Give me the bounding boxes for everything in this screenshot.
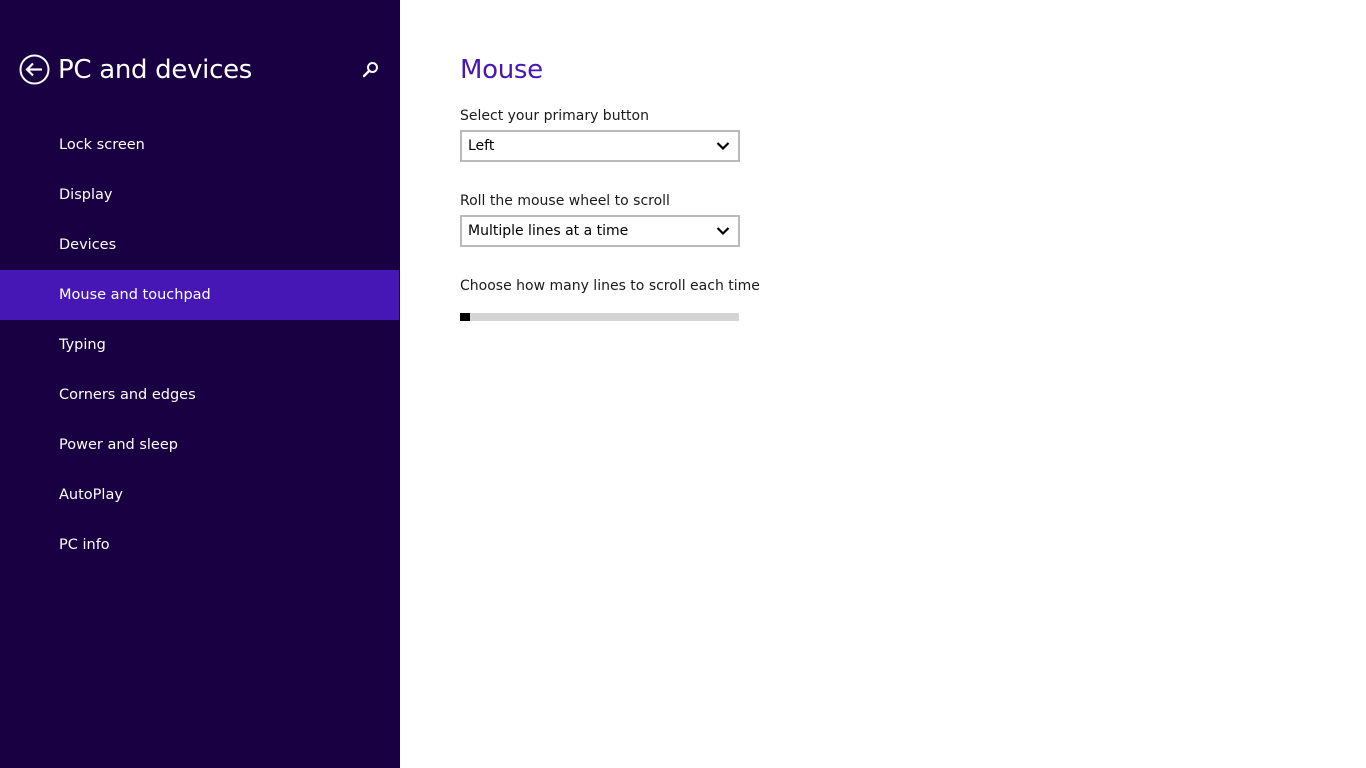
sidebar-item-devices[interactable]: Devices (0, 220, 399, 270)
sidebar-item-corners-and-edges[interactable]: Corners and edges (0, 370, 399, 420)
chevron-down-icon (716, 227, 730, 236)
main-content: Mouse Select your primary button Left Ro… (400, 0, 1366, 768)
slider-track (460, 313, 739, 321)
wheel-scroll-value: Multiple lines at a time (468, 223, 629, 239)
wheel-scroll-label: Roll the mouse wheel to scroll (460, 193, 670, 209)
sidebar-nav: Lock screen Display Devices Mouse and to… (0, 120, 399, 570)
search-icon (362, 62, 378, 78)
back-button[interactable] (19, 54, 50, 85)
sidebar-item-power-and-sleep[interactable]: Power and sleep (0, 420, 399, 470)
primary-button-value: Left (468, 138, 495, 154)
sidebar-item-lock-screen[interactable]: Lock screen (0, 120, 399, 170)
back-arrow-circle-icon (19, 54, 50, 85)
settings-app: PC and devices Lock screen Display Devic… (0, 0, 1366, 768)
sidebar-item-autoplay[interactable]: AutoPlay (0, 470, 399, 520)
lines-to-scroll-label: Choose how many lines to scroll each tim… (460, 278, 760, 294)
lines-to-scroll-slider[interactable] (460, 312, 739, 322)
wheel-scroll-select[interactable]: Multiple lines at a time (460, 215, 740, 247)
page-title: Mouse (460, 55, 543, 85)
primary-button-label: Select your primary button (460, 108, 649, 124)
search-button[interactable] (361, 60, 381, 80)
sidebar-title: PC and devices (58, 55, 253, 85)
sidebar-item-typing[interactable]: Typing (0, 320, 399, 370)
primary-button-select[interactable]: Left (460, 130, 740, 162)
sidebar-header: PC and devices (0, 0, 400, 140)
sidebar: PC and devices Lock screen Display Devic… (0, 0, 400, 768)
slider-thumb[interactable] (460, 313, 470, 321)
sidebar-item-mouse-and-touchpad[interactable]: Mouse and touchpad (0, 270, 399, 320)
sidebar-item-pc-info[interactable]: PC info (0, 520, 399, 570)
sidebar-item-display[interactable]: Display (0, 170, 399, 220)
chevron-down-icon (716, 142, 730, 151)
